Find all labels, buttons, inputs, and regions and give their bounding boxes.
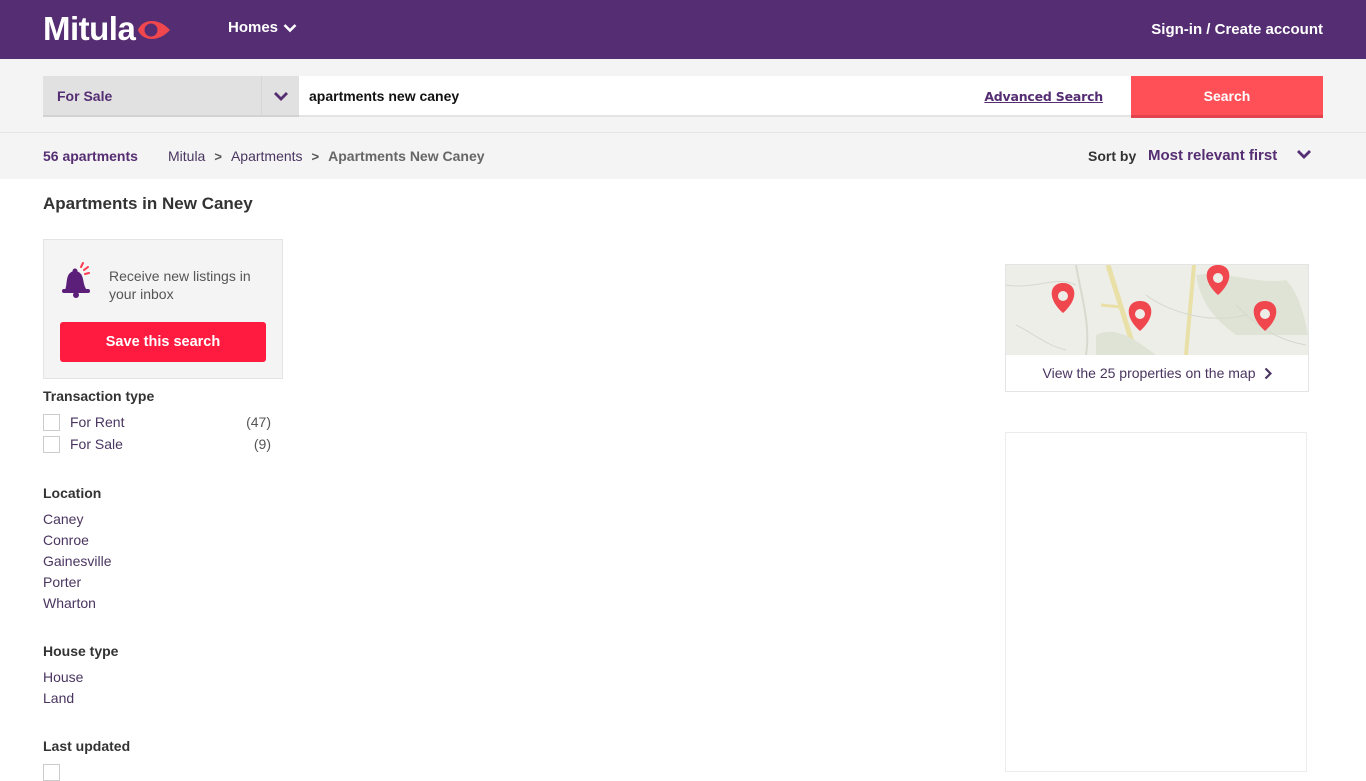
mitula-logo[interactable]: Mitula [43,10,172,47]
house-type-link-house[interactable]: House [43,669,83,685]
results-toolbar: 56 apartments Mitula > Apartments > Apar… [0,133,1366,179]
location-link-conroe[interactable]: Conroe [43,532,89,548]
chevron-down-icon [283,23,297,32]
breadcrumb-separator: > [311,148,320,164]
signin-create-account-link[interactable]: Sign-in / Create account [1151,21,1323,38]
sort-by-label: Sort by [1088,148,1137,164]
location-link-porter[interactable]: Porter [43,574,81,590]
chevron-right-icon [1264,367,1272,379]
filter-title-location: Location [43,485,102,501]
view-on-map-label: View the 25 properties on the map [1042,365,1256,381]
map-preview-card[interactable]: View the 25 properties on the map [1005,264,1309,392]
result-count: 56 apartments [43,148,138,164]
transaction-type-select[interactable]: For Sale [43,76,261,117]
search-bar: For Sale Advanced Search Search [0,59,1366,133]
filter-option-label: For Sale [70,436,123,452]
search-alert-box: Receive new listings in your inbox Save … [43,239,283,379]
chevron-down-icon [273,91,288,101]
breadcrumb-item-mitula[interactable]: Mitula [168,148,205,164]
checkbox[interactable] [43,763,60,781]
location-link-gainesville[interactable]: Gainesville [43,553,111,569]
filter-option-for-rent[interactable]: For Rent (47) [43,413,271,431]
filter-option-for-sale[interactable]: For Sale (9) [43,435,271,453]
filter-title-transaction-type: Transaction type [43,388,155,404]
save-search-button[interactable]: Save this search [60,322,266,362]
filter-option-count: (47) [246,414,271,430]
breadcrumb: Mitula > Apartments > Apartments New Can… [168,148,485,164]
view-on-map-link[interactable]: View the 25 properties on the map [1006,355,1308,391]
search-field: Advanced Search [299,76,1131,117]
logo-eye-icon [138,20,171,40]
homes-menu-label: Homes [228,19,279,36]
checkbox[interactable] [43,413,60,431]
filter-title-house-type: House type [43,643,119,659]
transaction-type-dropdown-toggle[interactable] [261,76,299,117]
breadcrumb-item-current: Apartments New Caney [328,148,485,164]
map-thumbnail [1006,265,1308,355]
filter-title-last-updated: Last updated [43,738,131,754]
checkbox[interactable] [43,435,60,453]
homes-menu[interactable]: Homes [228,19,297,36]
filter-option-last-updated[interactable] [43,763,271,781]
ad-placeholder [1005,432,1307,772]
page-title: Apartments in New Caney [43,194,253,213]
map-background [1006,265,1308,355]
location-link-caney[interactable]: Caney [43,511,83,527]
chevron-down-icon[interactable] [1296,149,1312,159]
filter-option-label: For Rent [70,414,125,430]
logo-text: Mitula [43,10,136,47]
filter-option-count: (9) [253,436,271,452]
location-link-wharton[interactable]: Wharton [43,595,96,611]
house-type-link-land[interactable]: Land [43,690,74,706]
search-input[interactable] [309,76,969,115]
bell-icon [62,262,90,298]
breadcrumb-item-apartments[interactable]: Apartments [231,148,303,164]
advanced-search-link[interactable]: Advanced Search [984,89,1103,104]
breadcrumb-separator: > [214,148,222,164]
top-navigation-bar: Mitula Homes Sign-in / Create account [0,0,1366,59]
alert-description: Receive new listings in your inbox [109,268,251,302]
search-button[interactable]: Search [1131,76,1323,118]
sort-by-select[interactable]: Most relevant first [1148,147,1277,164]
